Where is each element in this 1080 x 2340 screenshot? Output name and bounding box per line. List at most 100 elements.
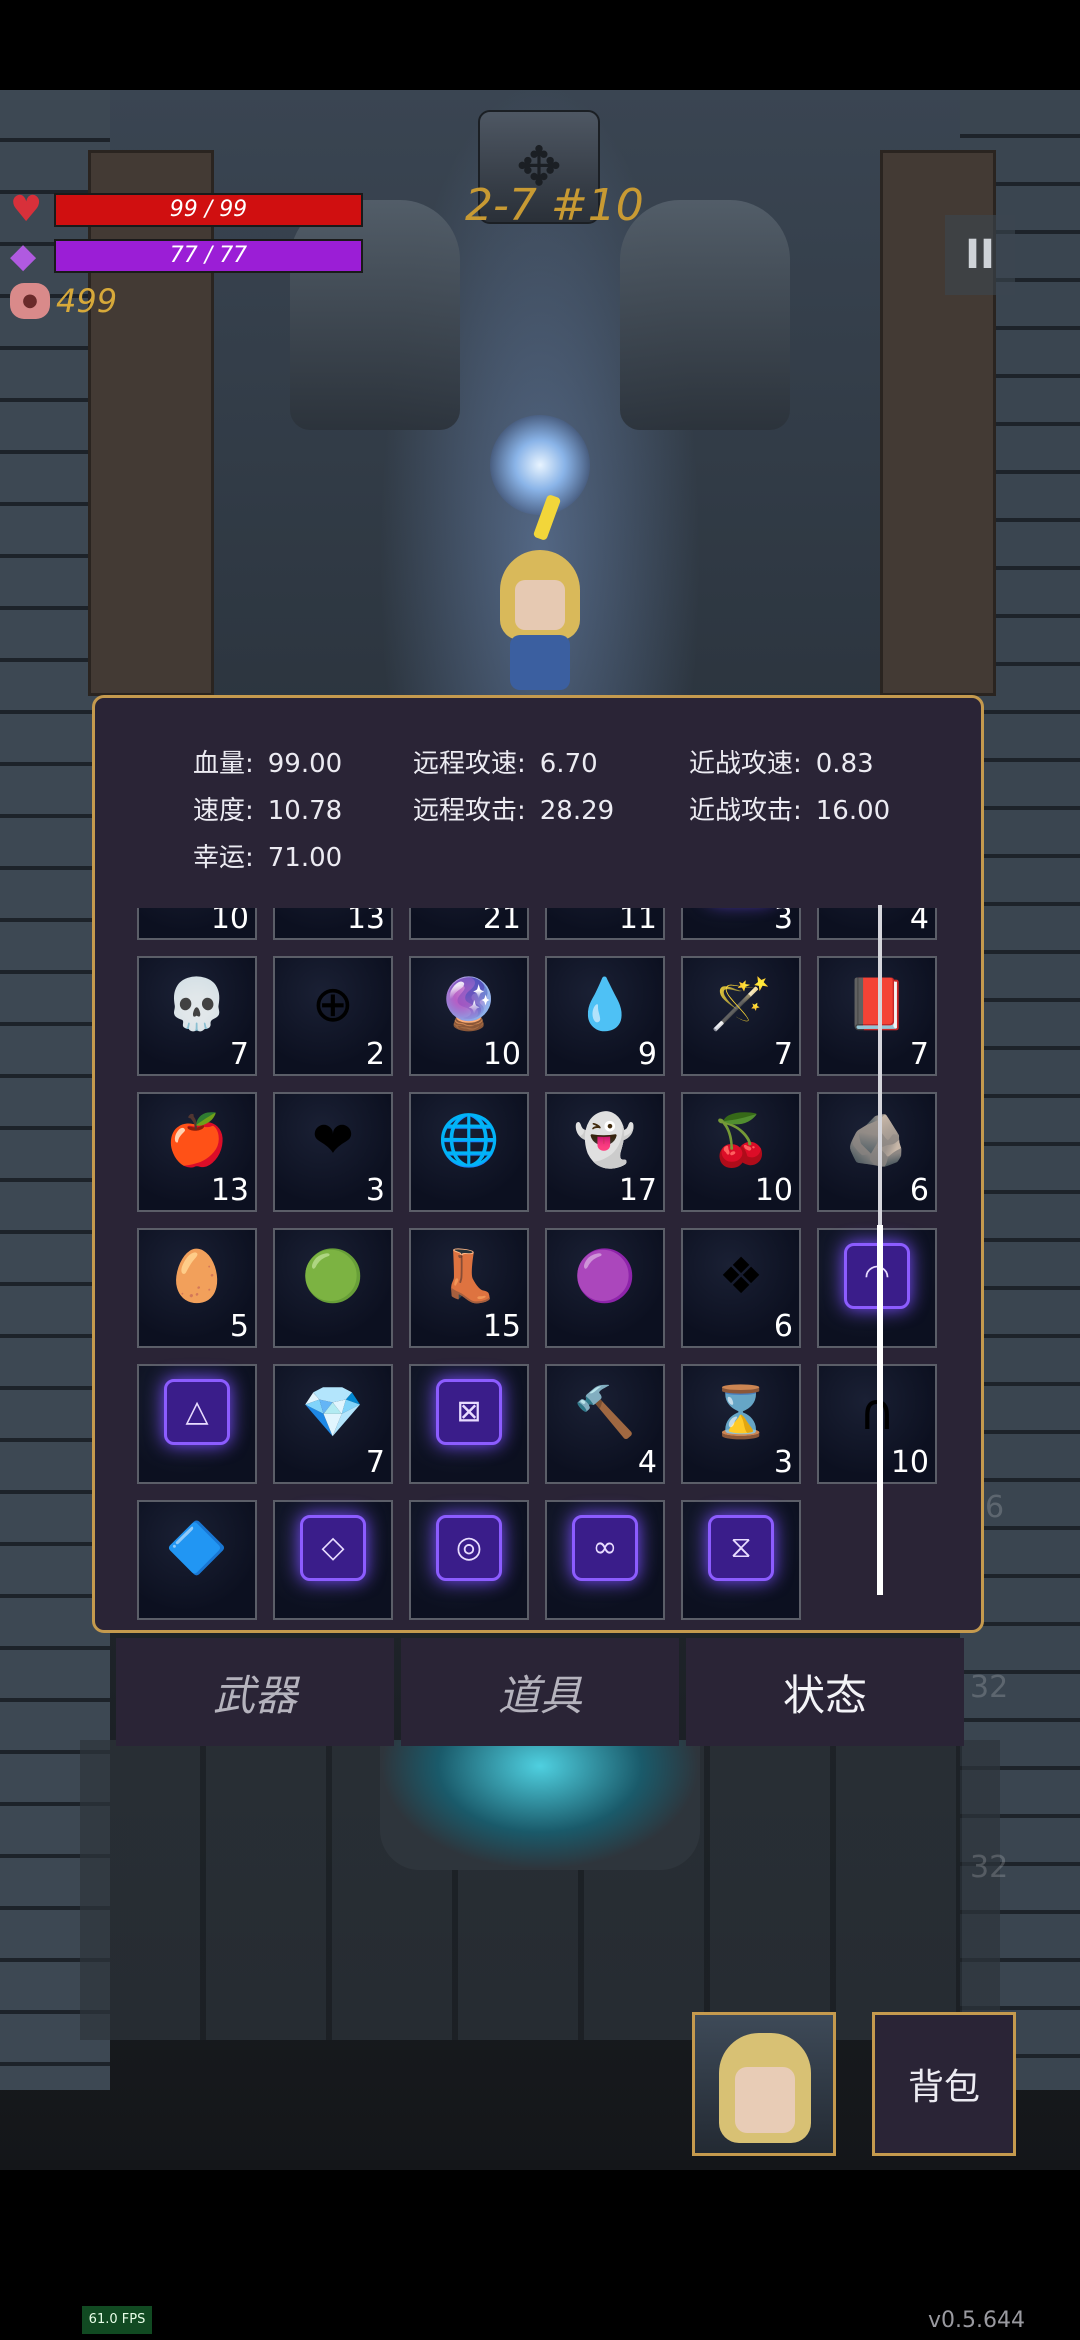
energy-orb-icon: 🌐	[437, 1110, 501, 1169]
item-count: 13	[346, 908, 385, 936]
item-count: 3	[773, 908, 793, 936]
character-avatar-button[interactable]	[692, 2012, 836, 2156]
inventory-slot[interactable]: 🍎 13	[137, 1092, 257, 1212]
spellbook-icon: 📕	[845, 974, 909, 1033]
inventory-slot[interactable]: ❤ 3	[273, 1092, 393, 1212]
item-count: 7	[365, 1445, 385, 1480]
item-count: 6	[773, 1309, 793, 1344]
hp-row: ♥ 99 / 99	[10, 192, 363, 228]
inventory-slot[interactable]: 🔹10	[137, 908, 257, 940]
inventory-slot[interactable]: ◇	[273, 1500, 393, 1620]
water-drop-icon: 💧	[573, 974, 637, 1033]
inventory-slot[interactable]: 📕 7	[817, 956, 937, 1076]
item-count: 2	[365, 1037, 385, 1072]
stat-melee-attack: 近战攻击: 16.00	[689, 796, 891, 826]
version-label: v0.5.644	[928, 2308, 1025, 2333]
inventory-slot[interactable]: 🌐	[409, 1092, 529, 1212]
portal[interactable]	[380, 1740, 700, 1870]
inventory-slot[interactable]: ⊕ 2	[273, 956, 393, 1076]
inventory-grid[interactable]: 🔹10🪦13🦀21🪶11⌖3◎4💀7⊕2🔮10💧9🪄7📕7🍎13❤3🌐👻17🍒1…	[137, 908, 945, 1621]
mp-row: ◆ 77 / 77	[10, 238, 363, 274]
pause-button[interactable]: II	[945, 215, 1015, 295]
inventory-slot[interactable]: 🍒 10	[681, 1092, 801, 1212]
green-crystal-icon: 💎	[301, 1382, 365, 1441]
rune-icon: ◎	[436, 1515, 502, 1581]
inventory-slot[interactable]: ◎4	[817, 908, 937, 940]
inventory-slot[interactable]: 💀 7	[137, 956, 257, 1076]
background-number: 32	[970, 1850, 1009, 1885]
inventory-slot[interactable]: 👢 15	[409, 1228, 529, 1348]
hp-bar: 99 / 99	[54, 193, 363, 227]
mana-gem-icon: ◆	[10, 236, 37, 276]
hourglass-card-icon: ⌛	[709, 1382, 773, 1441]
item-count: 7	[229, 1037, 249, 1072]
right-statue	[620, 200, 790, 430]
background-number: 32	[970, 1670, 1009, 1705]
inventory-slot[interactable]: 🥚 5	[137, 1228, 257, 1348]
rune-icon: ∞	[572, 1515, 638, 1581]
inventory-slot[interactable]: 👻 17	[545, 1092, 665, 1212]
inventory-row: 🥚5🟢👢15🟣❖6◠	[137, 1228, 945, 1348]
piggy-bank-icon: ●	[10, 283, 50, 319]
stat-ranged-attack: 远程攻击: 28.29	[413, 796, 615, 826]
item-count: 17	[618, 1173, 657, 1208]
backpack-button[interactable]: 背包	[872, 2012, 1016, 2156]
inventory-slot[interactable]: 🪨 6	[817, 1092, 937, 1212]
rune-icon: ⊠	[436, 1379, 502, 1445]
inventory-slot[interactable]: ◎	[409, 1500, 529, 1620]
egg-icon: 🥚	[165, 1246, 229, 1305]
stat-ranged-speed: 远程攻速: 6.70	[413, 749, 598, 779]
inventory-slot[interactable]: ⌖3	[681, 908, 801, 940]
stat-speed: 速度: 10.78	[193, 796, 343, 826]
scrollbar-thumb[interactable]	[877, 1225, 883, 1595]
rune-icon: ◇	[300, 1515, 366, 1581]
inventory-slot[interactable]: ∞	[545, 1500, 665, 1620]
inventory-slot[interactable]: ❖ 6	[681, 1228, 801, 1348]
inventory-row: 🍎 13 ❤ 3 🌐 👻 17 🍒 10 🪨 6	[137, 1092, 945, 1212]
tab-weapons[interactable]: 武器	[116, 1638, 394, 1746]
burning-heart-icon: ❤	[312, 1111, 354, 1169]
inventory-row: △💎7⊠🔨4⌛3∩10	[137, 1364, 945, 1484]
inventory-slot[interactable]: 🦀21	[409, 908, 529, 940]
inventory-slot[interactable]: 🔮 10	[409, 956, 529, 1076]
item-count: 4	[637, 1445, 657, 1480]
inventory-slot[interactable]: 🔷	[137, 1500, 257, 1620]
inventory-row: 🔹10 🪦13 🦀21 🪶11 ⌖3 ◎4	[137, 908, 945, 940]
inventory-slot[interactable]: ⊠	[409, 1364, 529, 1484]
stone-icon: 🪨	[845, 1110, 909, 1169]
inventory-slot[interactable]: 💎 7	[273, 1364, 393, 1484]
inventory-slot[interactable]: ⌛ 3	[681, 1364, 801, 1484]
inventory-slot[interactable]: ⧖	[681, 1500, 801, 1620]
inventory-row: 🔷 ◇ ◎ ∞ ⧖	[137, 1500, 945, 1620]
rune-icon: △	[164, 1379, 230, 1445]
item-count: 10	[890, 1445, 929, 1480]
inventory-scrollbar[interactable]	[877, 905, 883, 1595]
stat-hp: 血量: 99.00	[193, 749, 343, 779]
rainbow-orb-icon: 🟢	[301, 1246, 365, 1305]
inventory-slot[interactable]: 🔨 4	[545, 1364, 665, 1484]
pause-icon: II	[965, 232, 995, 278]
item-count: 5	[229, 1309, 249, 1344]
item-count: 21	[482, 908, 521, 936]
item-count: 7	[773, 1037, 793, 1072]
inventory-slot[interactable]: 🪶11	[545, 908, 665, 940]
hammer-icon: 🔨	[573, 1382, 637, 1441]
stats-section: 血量: 99.00 远程攻速: 6.70 近战攻速: 0.83 速度: 10.78 远程…	[95, 698, 981, 898]
item-count: 10	[754, 1173, 793, 1208]
berries-icon: 🍒	[709, 1110, 773, 1169]
inventory-slot[interactable]: 💧 9	[545, 956, 665, 1076]
inventory-slot[interactable]: 🪄 7	[681, 956, 801, 1076]
mp-text: 77 / 77	[169, 243, 248, 268]
inventory-slot[interactable]: 🪦13	[273, 908, 393, 940]
stat-luck: 幸运: 71.00	[193, 843, 343, 873]
tab-items[interactable]: 道具	[401, 1638, 679, 1746]
inventory-slot[interactable]: 🟢	[273, 1228, 393, 1348]
tab-status[interactable]: 状态	[686, 1638, 964, 1746]
item-count: 15	[482, 1309, 521, 1344]
inventory-slot[interactable]: 🟣	[545, 1228, 665, 1348]
mp-bar: 77 / 77	[54, 239, 363, 273]
item-count: 11	[618, 908, 657, 936]
item-count: 3	[773, 1445, 793, 1480]
inventory-slot[interactable]: △	[137, 1364, 257, 1484]
item-count: 3	[365, 1173, 385, 1208]
